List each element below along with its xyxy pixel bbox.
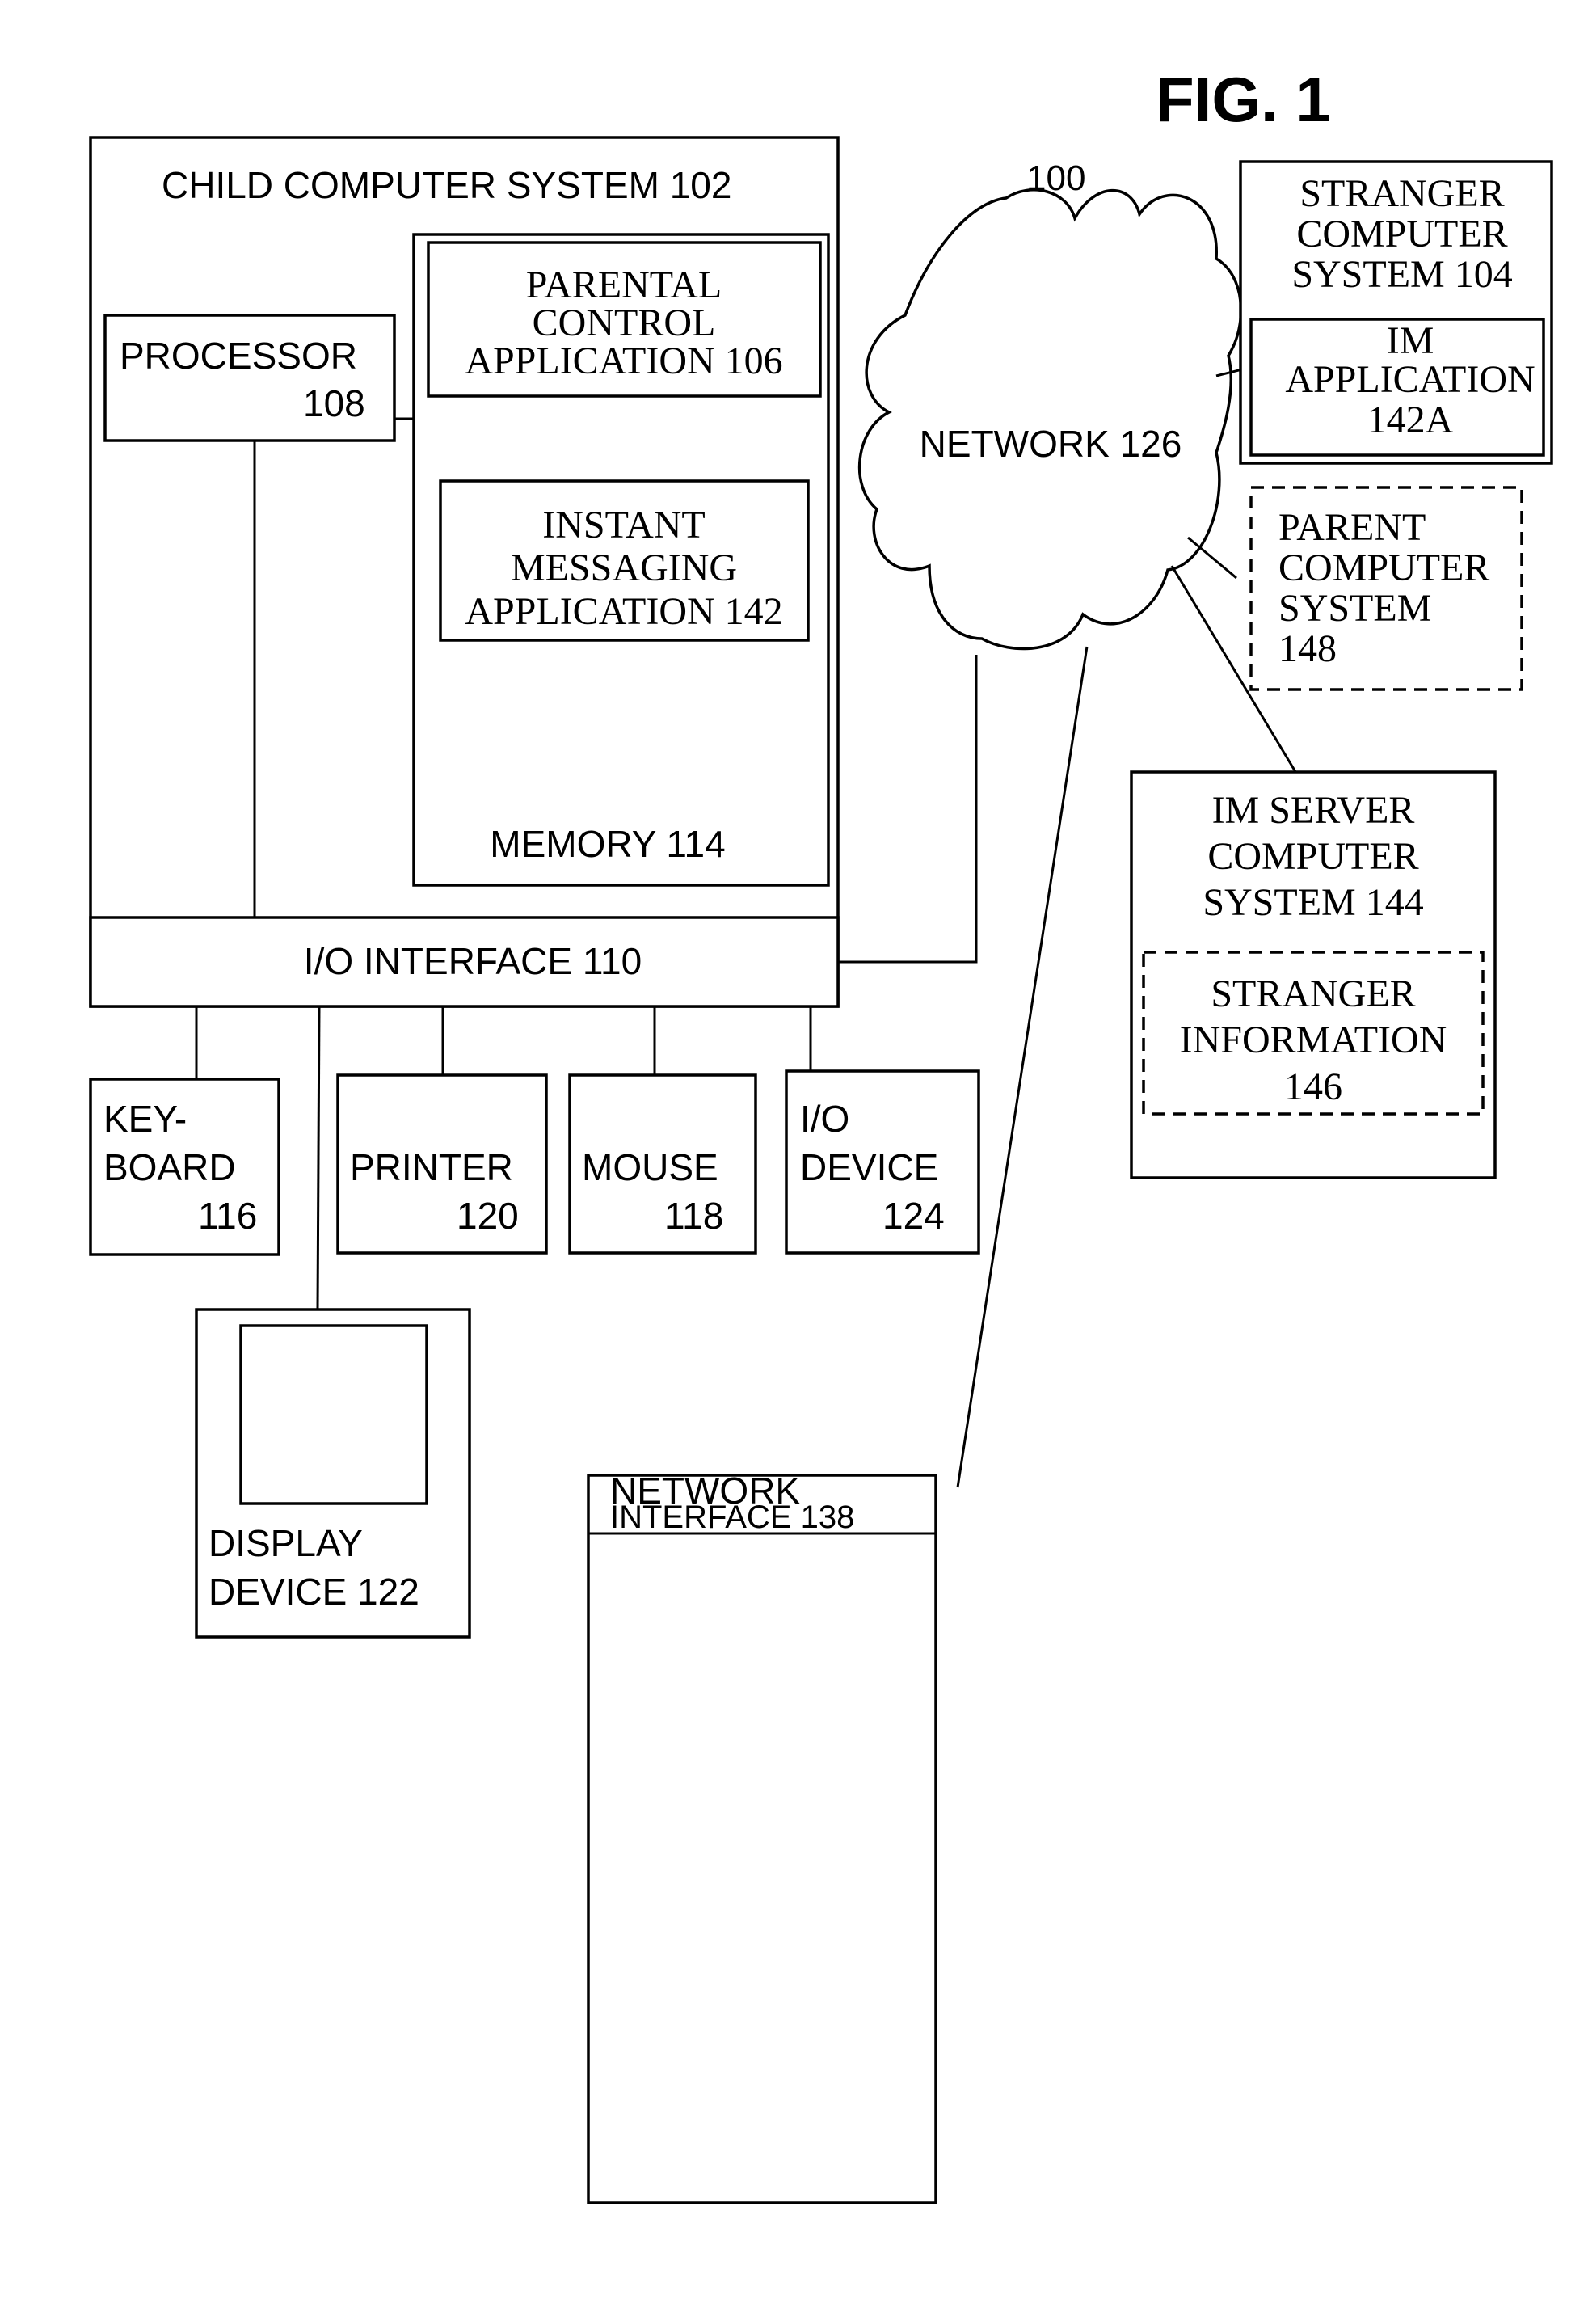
processor-108: PROCESSOR 108 [103, 314, 396, 442]
svg-text:KEY-: KEY- [103, 1098, 187, 1140]
svg-text:116: 116 [198, 1195, 257, 1237]
svg-text:146: 146 [1284, 1065, 1342, 1108]
parental-control-app-line1: PARENTAL [526, 264, 722, 306]
svg-text:NETWORK 126: NETWORK 126 [920, 423, 1182, 465]
io-interface-110: I/O INTERFACE 110 [89, 916, 840, 1008]
cloud-icon [857, 188, 1243, 651]
display-device-122: DISPLAY DEVICE 122 [195, 1308, 471, 1639]
svg-text:COMPUTER: COMPUTER [1207, 835, 1418, 878]
svg-text:COMPUTER: COMPUTER [1296, 213, 1507, 255]
memory-label: MEMORY 114 [490, 823, 725, 865]
io-device-124: I/O DEVICE 124 [785, 1069, 980, 1255]
svg-text:IM: IM [1387, 319, 1434, 362]
svg-text:IM SERVER: IM SERVER [1212, 789, 1415, 832]
network-126: NETWORK 126 [857, 188, 1243, 651]
svg-text:STRANGER: STRANGER [1211, 972, 1415, 1015]
svg-text:COMPUTER: COMPUTER [1278, 546, 1489, 589]
svg-text:APPLICATION: APPLICATION [1285, 358, 1535, 401]
svg-text:PRINTER: PRINTER [350, 1146, 513, 1188]
network-interface-line2: INTERFACE 138 [610, 1499, 854, 1535]
im-app-line3: APPLICATION 142 [465, 590, 782, 633]
printer-120: PRINTER 120 [336, 1073, 548, 1255]
svg-text:124: 124 [882, 1195, 945, 1237]
svg-text:DEVICE: DEVICE [800, 1146, 938, 1188]
keyboard-116: KEY- BOARD 116 [89, 1078, 280, 1256]
svg-text:MOUSE: MOUSE [582, 1146, 718, 1188]
im-application-142a: IM APPLICATION 142A [1249, 318, 1545, 457]
child-computer-system: CHILD COMPUTER SYSTEM 102 PROCESSOR 108 … [89, 136, 840, 1008]
svg-text:SYSTEM 104: SYSTEM 104 [1291, 253, 1512, 296]
svg-text:148: 148 [1278, 627, 1337, 670]
im-server-computer-system-144: IM SERVER COMPUTER SYSTEM 144 STRANGER I… [1130, 770, 1497, 1179]
figure-title: FIG. 1 [1156, 64, 1331, 135]
stranger-computer-system-104: STRANGER COMPUTER SYSTEM 104 IM APPLICAT… [1239, 160, 1553, 465]
svg-text:118: 118 [664, 1195, 723, 1237]
parental-control-app-line2: CONTROL [533, 302, 716, 344]
display-screen-icon [239, 1324, 428, 1505]
im-app-line1: INSTANT [542, 504, 705, 546]
svg-text:DEVICE 122: DEVICE 122 [209, 1571, 419, 1613]
fig1-diagram: FIG. 1 100 CHILD COMPUTER SYSTEM 102 PRO… [89, 64, 1553, 2204]
memory-114: PARENTAL CONTROL APPLICATION 106 INSTANT… [412, 233, 830, 887]
parent-computer-system-148: PARENT COMPUTER SYSTEM 148 [1249, 486, 1523, 691]
svg-text:120: 120 [457, 1195, 519, 1237]
server-computer-system-130: NETWORK INTERFACE 138 [587, 1470, 937, 2204]
svg-text:108: 108 [303, 382, 365, 424]
svg-text:PARENT: PARENT [1278, 506, 1426, 549]
svg-text:SYSTEM 144: SYSTEM 144 [1203, 881, 1423, 924]
svg-text:SYSTEM: SYSTEM [1278, 587, 1431, 630]
svg-text:DISPLAY: DISPLAY [209, 1522, 363, 1564]
im-app-line2: MESSAGING [511, 546, 737, 589]
svg-text:STRANGER: STRANGER [1299, 172, 1504, 215]
child-system-label: CHILD COMPUTER SYSTEM 102 [162, 164, 731, 206]
svg-text:I/O INTERFACE 110: I/O INTERFACE 110 [304, 940, 642, 982]
mouse-118: MOUSE 118 [568, 1073, 757, 1255]
svg-text:INFORMATION: INFORMATION [1180, 1019, 1447, 1061]
svg-text:BOARD: BOARD [103, 1146, 236, 1188]
svg-text:142A: 142A [1367, 399, 1454, 441]
parental-control-app-line3: APPLICATION 106 [465, 340, 782, 382]
svg-text:I/O: I/O [800, 1098, 849, 1140]
svg-text:PROCESSOR: PROCESSOR [120, 335, 357, 377]
stranger-information-146: STRANGER INFORMATION 146 [1142, 951, 1485, 1116]
